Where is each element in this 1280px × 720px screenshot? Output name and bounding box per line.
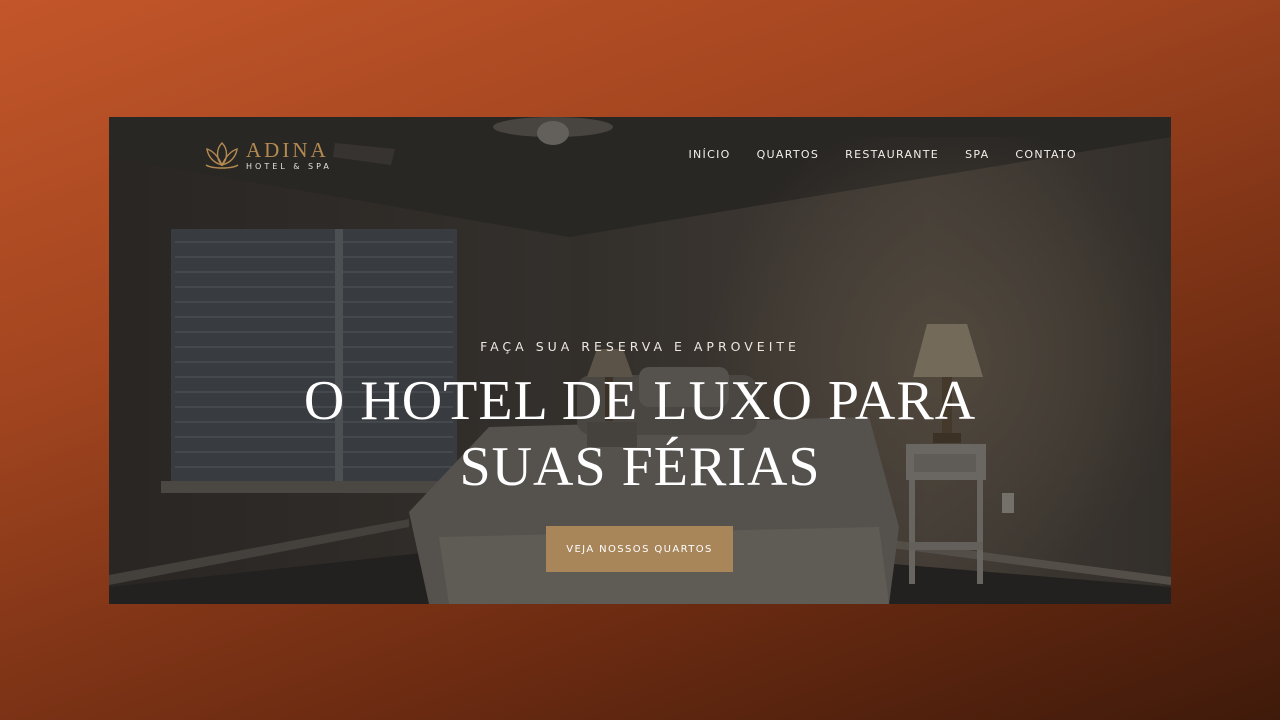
site-header: ADINA HOTEL & SPA INÍCIO QUARTOS RESTAUR… <box>109 117 1171 197</box>
hero-headline: O HOTEL DE LUXO PARA SUAS FÉRIAS <box>303 370 977 498</box>
main-navigation: INÍCIO QUARTOS RESTAURANTE SPA CONTATO <box>688 148 1077 161</box>
nav-item-contato[interactable]: CONTATO <box>1015 148 1077 161</box>
nav-item-inicio[interactable]: INÍCIO <box>688 148 730 161</box>
lotus-icon <box>205 142 239 169</box>
brand-tagline: HOTEL & SPA <box>246 161 332 171</box>
nav-item-restaurante[interactable]: RESTAURANTE <box>845 148 939 161</box>
view-rooms-button[interactable]: VEJA NOSSOS QUARTOS <box>546 526 733 572</box>
hero-section: FAÇA SUA RESERVA E APROVEITE O HOTEL DE … <box>109 339 1171 500</box>
website-preview: ADINA HOTEL & SPA INÍCIO QUARTOS RESTAUR… <box>109 117 1171 604</box>
brand-logo[interactable]: ADINA HOTEL & SPA <box>202 139 332 171</box>
hero-eyebrow: FAÇA SUA RESERVA E APROVEITE <box>480 339 800 354</box>
brand-name: ADINA <box>246 137 329 162</box>
nav-item-spa[interactable]: SPA <box>965 148 989 161</box>
nav-item-quartos[interactable]: QUARTOS <box>757 148 820 161</box>
